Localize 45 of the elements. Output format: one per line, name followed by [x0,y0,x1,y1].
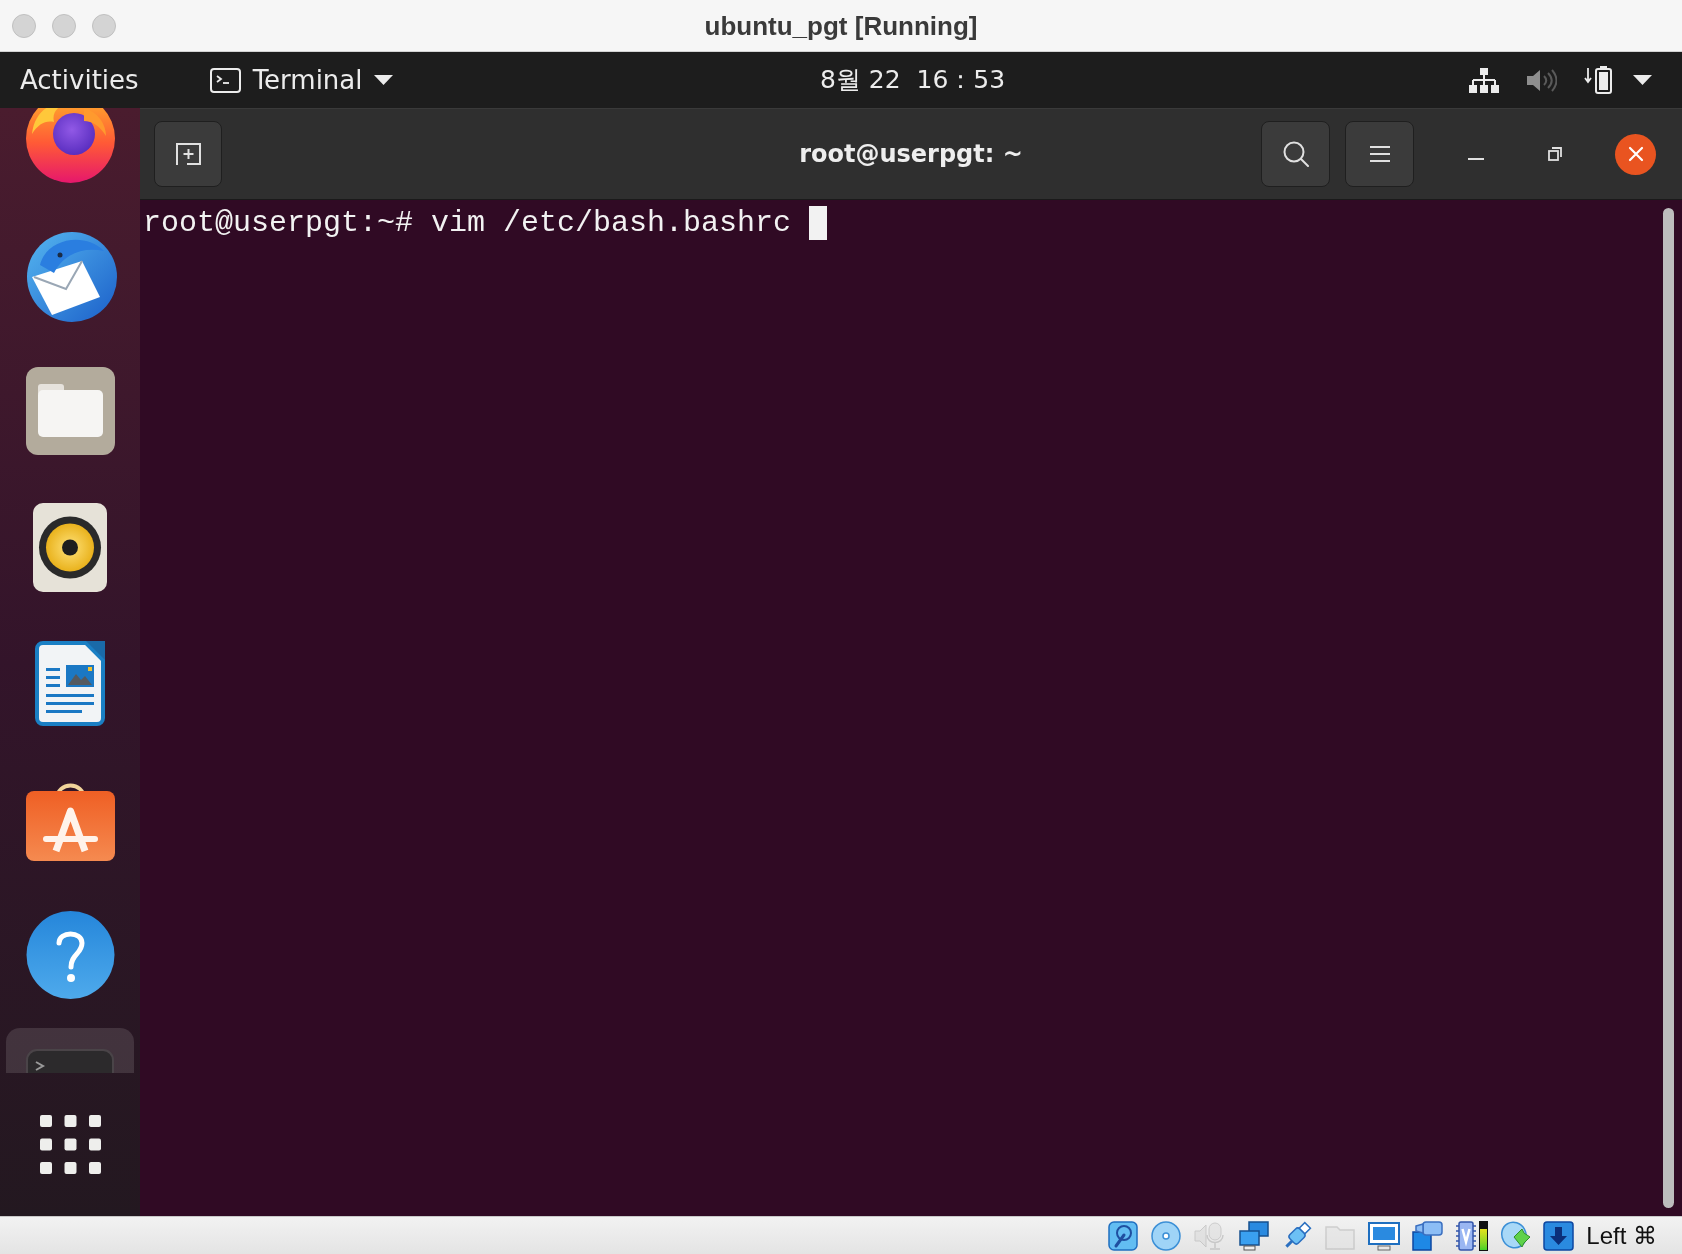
system-menu-button[interactable] [1469,66,1652,94]
document-icon [34,639,106,727]
scrollbar[interactable] [1663,208,1674,1208]
terminal-title: root@userpgt: ~ [799,139,1023,169]
restore-icon [1548,147,1562,161]
app-menu-button[interactable]: Terminal [209,64,393,96]
host-key-label: Left ⌘ [1586,1221,1657,1250]
network-monitors-icon[interactable] [1238,1220,1271,1251]
new-tab-icon [174,142,202,166]
menu-icon [1369,146,1390,162]
caret-icon [373,75,393,85]
block-cursor-icon [809,206,828,240]
usb-plug-icon[interactable] [1282,1220,1313,1251]
dock-item[interactable] [25,108,115,183]
flame-globe-icon [25,108,115,183]
chip-icon[interactable] [1455,1220,1478,1251]
search-icon [1282,141,1309,167]
new-tab-button[interactable] [154,121,222,187]
window-title: ubuntu_pgt [Running] [704,10,978,41]
terminal-icon [209,67,241,93]
activities-button[interactable]: Activities [20,64,139,96]
dock-item[interactable] [25,911,115,999]
menu-button[interactable] [1345,121,1414,187]
app-grid-icon [39,1115,101,1174]
folder-icon [25,367,115,455]
minimize-icon [1468,158,1484,160]
close-button[interactable] [1615,133,1656,175]
dock-item[interactable] [34,639,106,727]
close-icon [1627,146,1644,162]
network-icon [1469,67,1499,93]
speaker-icon [33,502,107,592]
show-apps-button[interactable] [39,1115,101,1174]
dock-item[interactable] [33,502,107,592]
monitor-icon[interactable] [1368,1220,1401,1251]
help-icon [25,911,115,999]
terminal-line: root@userpgt:~# vim /etc/bash.bashrc [143,205,792,241]
video-camera-icon[interactable] [1412,1220,1444,1251]
battery-icon [1584,66,1613,94]
dock-item[interactable] [25,367,115,455]
clock[interactable]: 8월 22 16：53 [820,64,1006,96]
search-button[interactable] [1261,121,1330,187]
optical-disc-icon[interactable] [1150,1220,1183,1251]
terminal-icon [26,1049,114,1073]
mouse-integration-icon[interactable] [1500,1220,1532,1251]
caret-icon [1633,75,1652,85]
